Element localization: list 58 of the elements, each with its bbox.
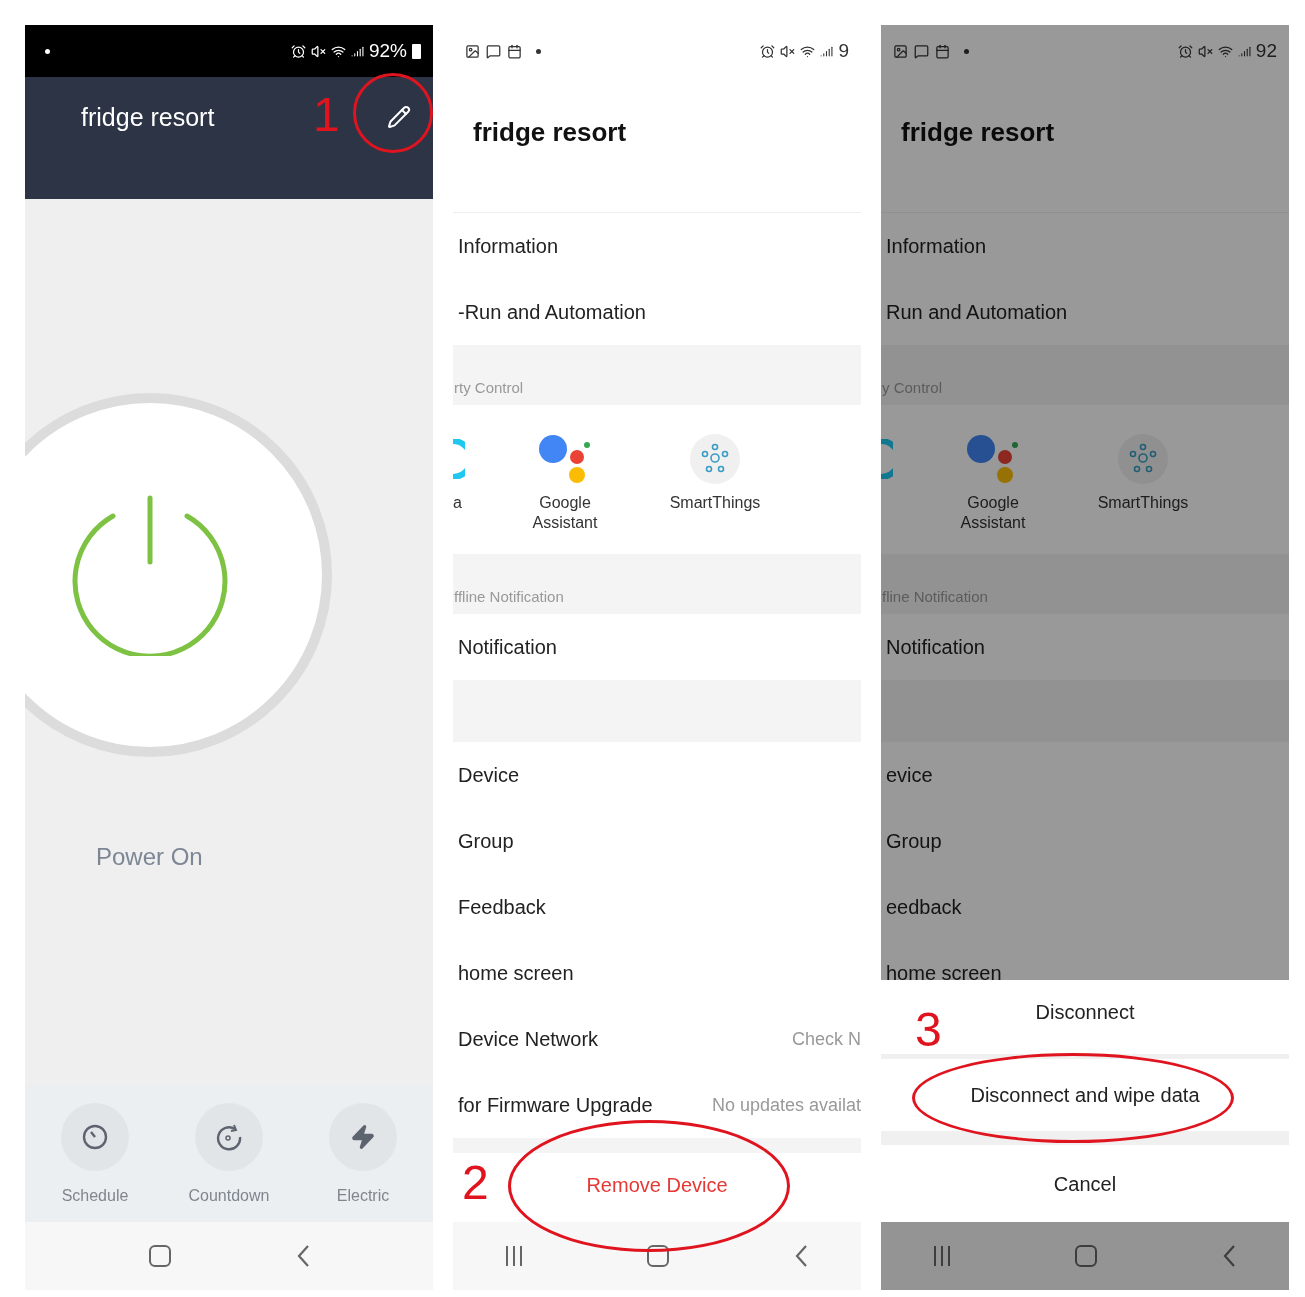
ring-icon [881,439,893,479]
alarm-icon [1177,43,1193,59]
battery-reading: 92 [1255,38,1277,63]
calendar-icon [507,43,522,59]
lightning-icon [350,1124,376,1150]
wifi-icon [800,43,816,59]
annotation-number: 2 [462,1156,489,1210]
home-button[interactable] [1075,1245,1097,1267]
recents-button[interactable] [934,1246,950,1266]
battery-reading: 92% [368,38,407,63]
wifi-icon [1217,43,1233,59]
image-icon [465,43,480,59]
timer-icon [215,1123,243,1151]
battery-icon [412,43,421,59]
message-icon [486,43,501,59]
signal-icon [350,44,364,58]
section-header: ffline Notification [454,586,564,607]
device-title: fridge resort [81,102,215,133]
recents-button[interactable] [506,1246,522,1266]
section-header: rty Control [454,377,524,398]
alarm-icon [760,43,776,59]
integration-item[interactable]: a [453,433,465,513]
wifi-icon [330,43,346,59]
sheet-option[interactable]: Disconnect and wipe data [881,1059,1289,1131]
back-button[interactable] [794,1244,808,1268]
home-button[interactable] [148,1245,171,1267]
mute-icon [780,43,796,59]
row-value: Check N [791,1027,861,1051]
row-value: No updates availat [711,1093,861,1117]
annotation-number: 3 [915,1003,942,1057]
alarm-icon [290,43,306,59]
network-icon [1118,434,1168,484]
integration-item[interactable]: Google Assistant [943,433,1043,533]
mute-icon [310,43,326,59]
image-icon [893,43,908,59]
network-icon [690,434,740,484]
home-button[interactable] [647,1245,669,1267]
battery-reading: 9 [838,38,849,63]
annotation-number: 1 [313,88,340,142]
dots-icon [965,433,1021,485]
page-title: fridge resort [901,116,1055,149]
page-title: fridge resort [473,116,627,149]
sheet-option[interactable]: Cancel [881,1145,1289,1222]
ring-icon [453,439,465,479]
edit-icon[interactable] [387,105,411,129]
mute-icon [1197,43,1213,59]
integration-item[interactable]: Google Assistant [515,433,615,533]
signal-icon [820,44,834,58]
message-icon [914,43,929,59]
back-button[interactable] [295,1244,310,1268]
dots-icon [537,433,593,485]
clock-icon [81,1123,109,1151]
back-button[interactable] [1222,1244,1236,1268]
signal-icon [1237,44,1251,58]
integration-item[interactable]: SmartThings [1093,433,1193,513]
power-status: Power On [96,842,204,872]
calendar-icon [935,43,950,59]
integration-item[interactable]: SmartThings [665,433,765,513]
